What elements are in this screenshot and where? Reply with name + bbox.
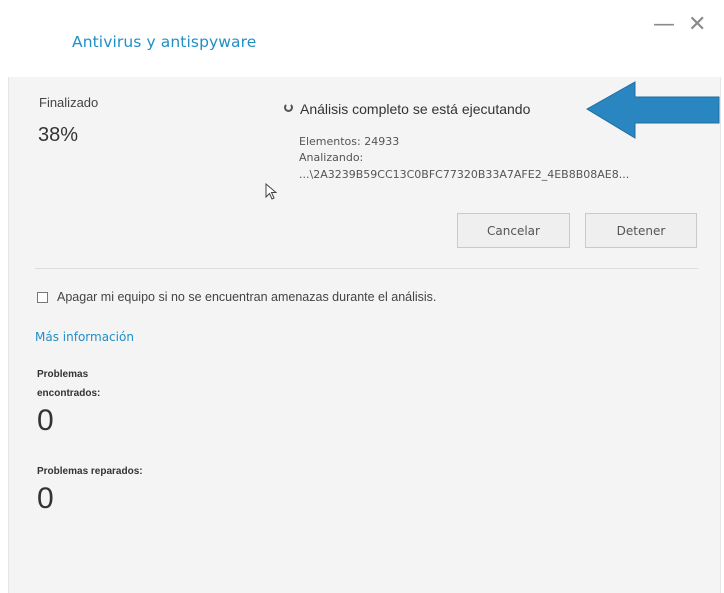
close-icon[interactable]: ✕ xyxy=(688,14,706,36)
window-header: Antivirus y antispyware — ✕ xyxy=(0,0,724,77)
scan-title: Análisis completo se está ejecutando xyxy=(300,101,531,117)
shutdown-label: Apagar mi equipo si no se encuentran ame… xyxy=(57,290,437,304)
status-label: Finalizado xyxy=(39,95,99,110)
elements-count: Elementos: 24933 xyxy=(299,135,400,148)
shutdown-checkbox[interactable] xyxy=(37,292,48,303)
divider xyxy=(35,268,698,269)
spinner-icon xyxy=(284,103,293,112)
problems-repaired-value: 0 xyxy=(37,482,54,515)
minimize-icon[interactable]: — xyxy=(653,14,675,36)
more-info-link[interactable]: Más información xyxy=(35,330,134,344)
problems-found-value: 0 xyxy=(37,404,54,437)
stop-button[interactable]: Detener xyxy=(585,213,697,248)
current-path: ...\2A3239B59CC13C0BFC77320B33A7AFE2_4EB… xyxy=(299,168,630,181)
problems-found-label: Problemas encontrados: xyxy=(37,369,101,399)
analyzing-label: Analizando: xyxy=(299,151,364,164)
window-title: Antivirus y antispyware xyxy=(72,33,257,51)
cancel-button[interactable]: Cancelar xyxy=(457,213,570,248)
problems-repaired-label: Problemas reparados: xyxy=(37,466,143,477)
cursor-icon xyxy=(265,183,277,200)
arrow-icon xyxy=(586,81,720,139)
progress-percent: 38% xyxy=(38,124,79,146)
